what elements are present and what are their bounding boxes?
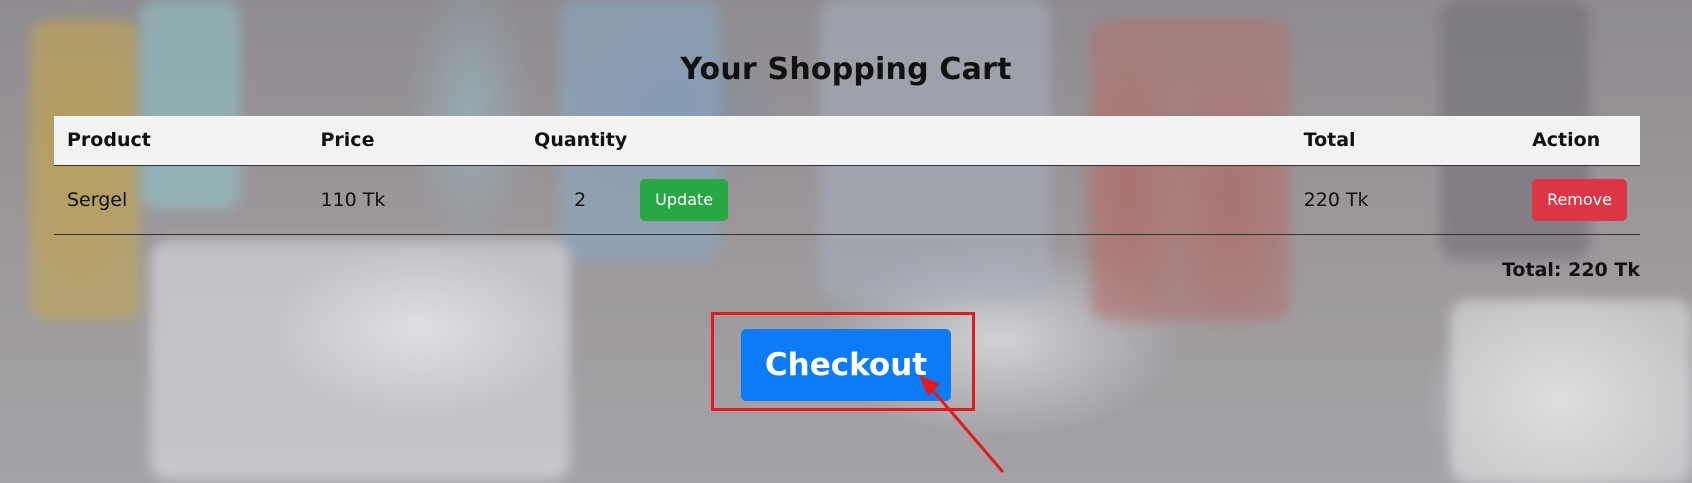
page-title: Your Shopping Cart (680, 52, 1012, 87)
cell-quantity: 2 Update (521, 165, 1291, 235)
update-button[interactable]: Update (640, 178, 729, 221)
column-header-action: Action (1519, 116, 1640, 166)
column-header-price: Price (307, 116, 522, 166)
column-header-product: Product (54, 116, 308, 166)
quantity-value[interactable]: 2 (534, 189, 626, 211)
cart-grand-total: Total: 220 Tk (1502, 259, 1640, 281)
cart-page: Your Shopping Cart Product Price Quantit… (0, 0, 1692, 483)
column-header-quantity: Quantity (521, 116, 1291, 166)
quantity-group: 2 Update (534, 178, 1277, 221)
table-header-row: Product Price Quantity Total Action (54, 116, 1640, 166)
table-row: Sergel 110 Tk 2 Update 220 Tk Remove (54, 165, 1640, 235)
cell-product: Sergel (54, 165, 308, 235)
annotation-highlight-box (711, 312, 975, 411)
column-header-total: Total (1290, 116, 1520, 166)
cell-price: 110 Tk (307, 165, 522, 235)
cell-total: 220 Tk (1290, 165, 1520, 235)
cell-action: Remove (1519, 165, 1640, 235)
remove-button[interactable]: Remove (1532, 178, 1627, 221)
cart-table: Product Price Quantity Total Action Serg… (54, 116, 1640, 235)
